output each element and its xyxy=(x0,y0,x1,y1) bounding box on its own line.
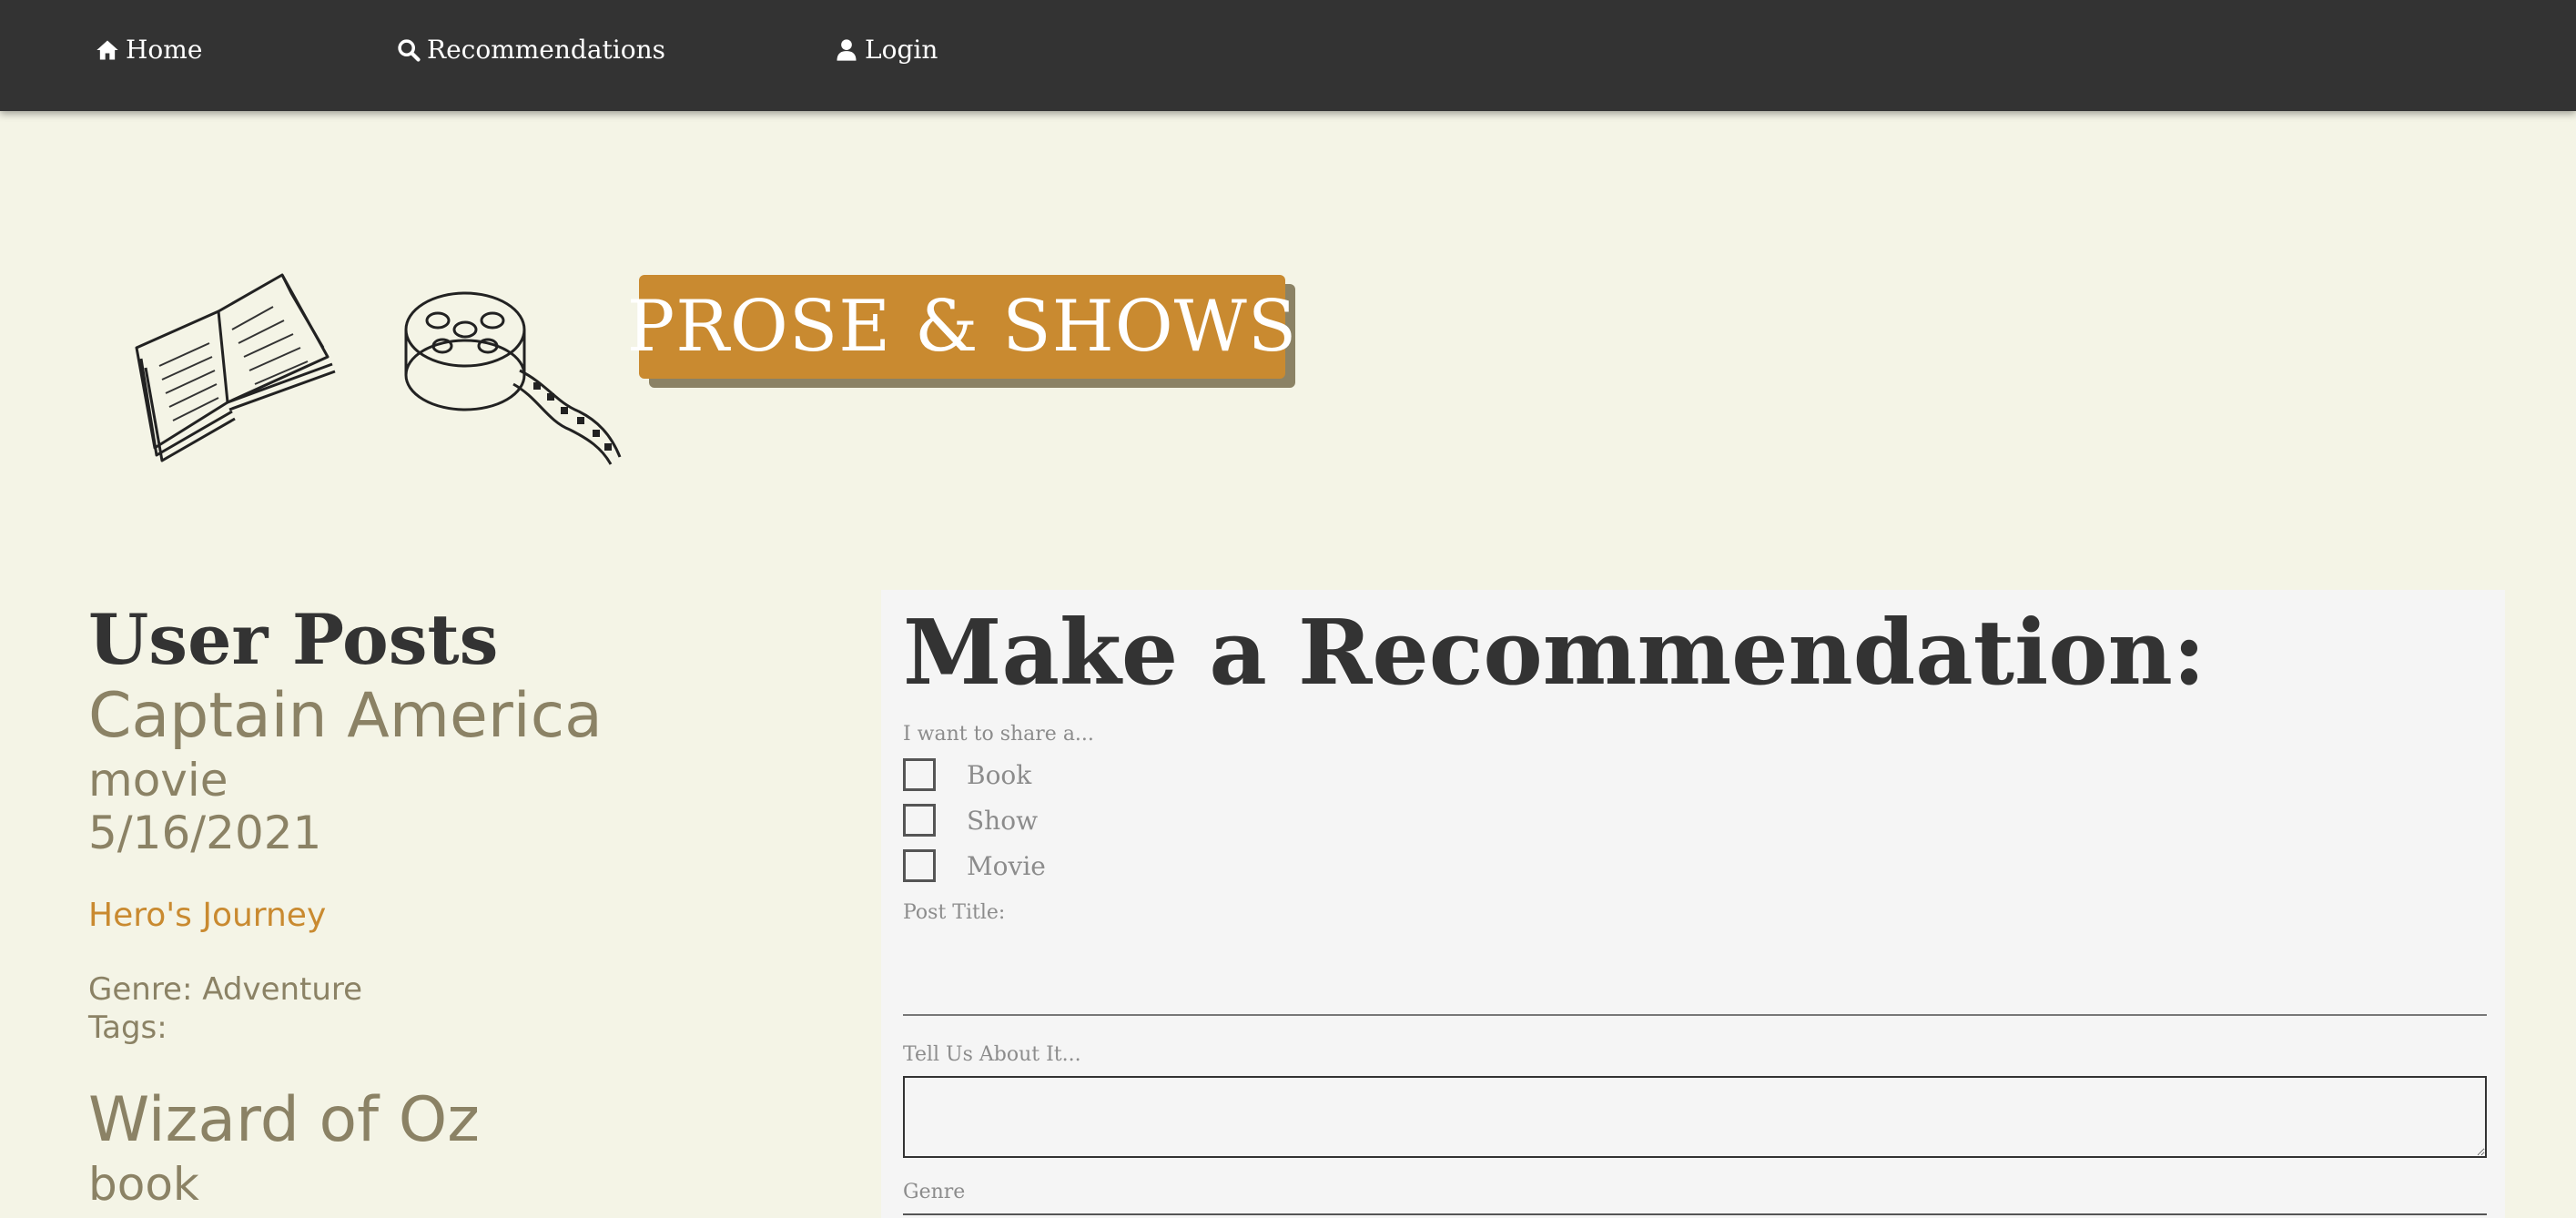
about-textarea[interactable] xyxy=(903,1076,2487,1158)
nav-recommendations-link[interactable]: Recommendations xyxy=(396,35,665,65)
share-type-label: I want to share a... xyxy=(903,723,1094,746)
nav-home-link[interactable]: Home xyxy=(95,35,202,65)
search-icon xyxy=(398,38,421,62)
open-book-icon xyxy=(135,273,336,462)
top-navbar: Home Recommendations Login xyxy=(0,0,2576,111)
genre-label: Genre xyxy=(903,1181,966,1203)
option-label: Book xyxy=(967,759,1032,790)
nav-login-link[interactable]: Login xyxy=(834,35,938,65)
user-icon xyxy=(837,38,857,61)
genre-field[interactable] xyxy=(903,1213,2487,1215)
user-posts-section: User Posts Captain America movie 5/16/20… xyxy=(88,601,862,1218)
post-title[interactable]: Captain America xyxy=(88,679,862,754)
post-card: Wizard of Oz book xyxy=(88,1083,862,1211)
option-movie[interactable]: Movie xyxy=(903,849,1046,882)
about-label: Tell Us About It... xyxy=(903,1043,1081,1066)
post-type: movie xyxy=(88,754,228,807)
hero-banner: PROSE & SHOWS xyxy=(0,111,2576,584)
post-type: book xyxy=(88,1158,199,1211)
option-book[interactable]: Book xyxy=(903,758,1031,791)
home-icon xyxy=(96,40,118,59)
post-title[interactable]: Wizard of Oz xyxy=(88,1083,862,1158)
option-label: Movie xyxy=(967,850,1046,881)
post-genre: Genre: Adventure xyxy=(88,971,363,1008)
option-show[interactable]: Show xyxy=(903,804,1038,837)
film-reel-icon xyxy=(404,291,622,465)
post-card: Captain America movie 5/16/2021 Hero's J… xyxy=(88,679,862,1047)
post-title-input[interactable] xyxy=(903,952,2487,1016)
book-checkbox[interactable] xyxy=(903,758,936,791)
movie-checkbox[interactable] xyxy=(903,849,936,882)
form-heading: Make a Recommendation: xyxy=(903,601,2206,705)
option-label: Show xyxy=(967,805,1039,836)
user-posts-heading: User Posts xyxy=(88,599,499,680)
nav-recommendations-label: Recommendations xyxy=(427,35,665,65)
site-logo[interactable]: PROSE & SHOWS xyxy=(627,275,1296,379)
show-checkbox[interactable] xyxy=(903,804,936,837)
nav-login-label: Login xyxy=(865,35,938,65)
post-tags: Tags: xyxy=(88,1010,167,1046)
nav-home-label: Home xyxy=(126,35,203,65)
post-date: 5/16/2021 xyxy=(88,807,322,859)
post-title-label: Post Title: xyxy=(903,901,1006,924)
post-headline: Hero's Journey xyxy=(88,897,327,934)
